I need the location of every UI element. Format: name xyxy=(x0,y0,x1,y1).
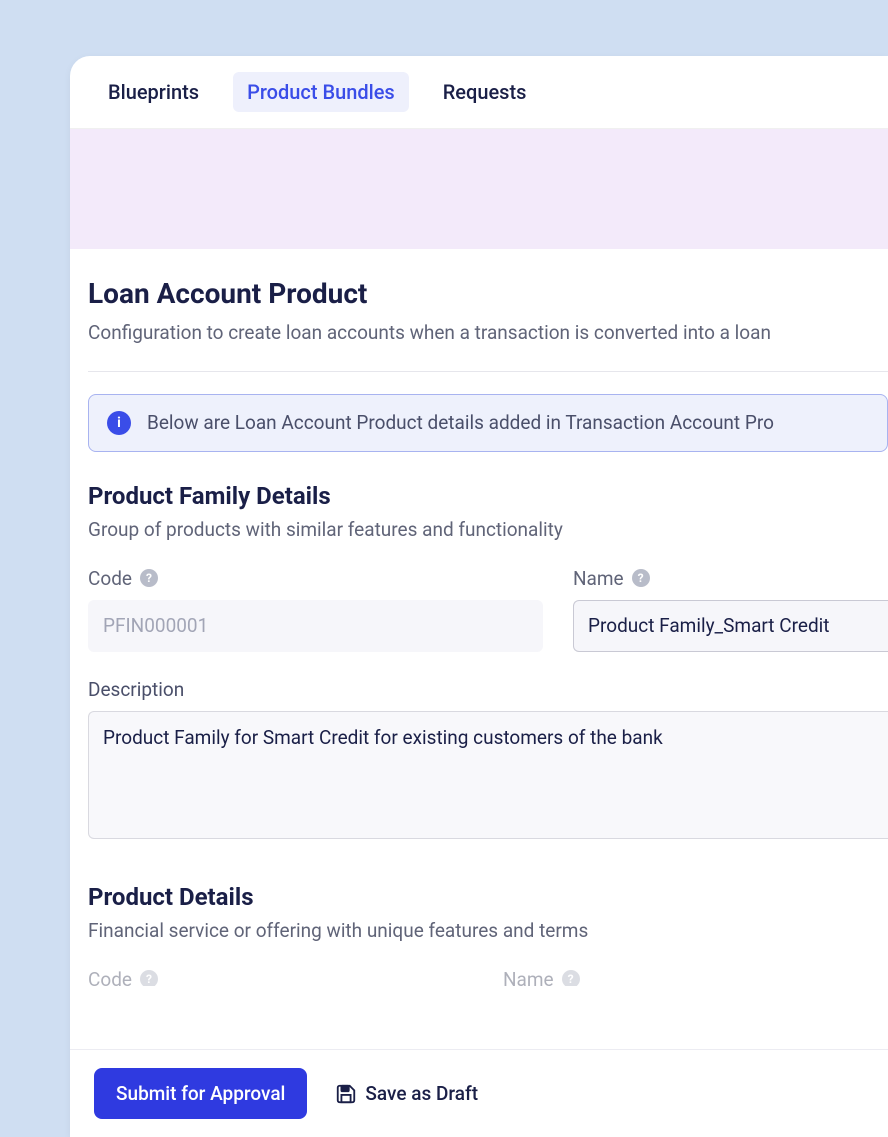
tab-blueprints[interactable]: Blueprints xyxy=(94,72,213,112)
main-card: Blueprints Product Bundles Requests Loan… xyxy=(70,56,888,1137)
info-text: Below are Loan Account Product details a… xyxy=(147,411,774,434)
info-callout: i Below are Loan Account Product details… xyxy=(88,394,888,452)
page-subtitle: Configuration to create loan accounts wh… xyxy=(88,320,888,347)
info-icon: i xyxy=(107,411,131,435)
code-label: Code xyxy=(88,567,132,590)
footer-bar: Submit for Approval Save as Draft xyxy=(70,1049,888,1137)
product-name-label: Name xyxy=(503,968,554,986)
product-section-subtitle: Financial service or offering with uniqu… xyxy=(88,919,888,942)
page-title: Loan Account Product xyxy=(88,277,888,310)
family-section-title: Product Family Details xyxy=(88,482,888,510)
submit-for-approval-button[interactable]: Submit for Approval xyxy=(94,1068,307,1119)
name-label: Name xyxy=(573,567,624,590)
help-icon[interactable]: ? xyxy=(140,569,158,587)
header-banner xyxy=(70,129,888,249)
divider xyxy=(88,371,888,372)
product-code-label: Code xyxy=(88,968,132,986)
help-icon[interactable]: ? xyxy=(632,569,650,587)
save-as-draft-button[interactable]: Save as Draft xyxy=(335,1082,478,1105)
family-code-input[interactable] xyxy=(88,600,543,652)
help-icon[interactable]: ? xyxy=(562,970,580,986)
tab-bar: Blueprints Product Bundles Requests xyxy=(70,56,888,129)
family-section-subtitle: Group of products with similar features … xyxy=(88,518,888,541)
family-description-input[interactable] xyxy=(88,711,888,839)
save-icon xyxy=(335,1083,357,1105)
family-name-input[interactable] xyxy=(573,600,888,652)
tab-requests[interactable]: Requests xyxy=(429,72,541,112)
product-section-title: Product Details xyxy=(88,883,888,911)
save-as-draft-label: Save as Draft xyxy=(365,1082,478,1105)
help-icon[interactable]: ? xyxy=(140,970,158,986)
tab-product-bundles[interactable]: Product Bundles xyxy=(233,72,409,112)
description-label: Description xyxy=(88,678,888,701)
